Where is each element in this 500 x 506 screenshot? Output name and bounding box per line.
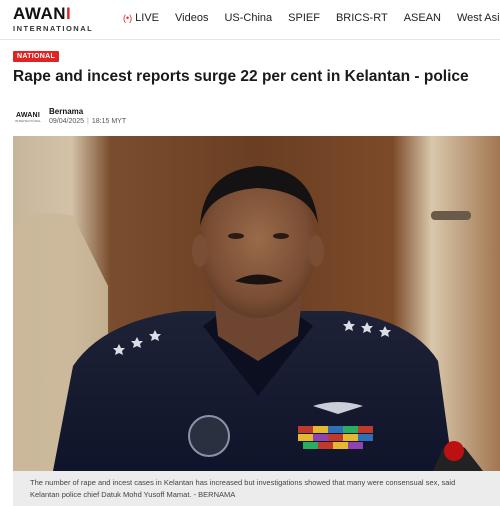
nav-item-videos[interactable]: Videos [175,12,208,24]
photo-caption: The number of rape and incest cases in K… [13,471,500,506]
byline: AWANI INTERNATIONAL Bernama 09/04/2025 | 1… [13,105,126,129]
nav-item-asean[interactable]: ASEAN [404,12,441,24]
byline-text: Bernama 09/04/2025 | 18:15 MYT [49,107,126,127]
nav-item-live[interactable]: (•) LIVE [123,12,159,24]
meta-separator: | [87,118,89,125]
logo-sub-text: INTERNATIONAL [13,24,94,33]
main-nav: (•) LIVE Videos US-China SPIEF BRICS-RT … [123,12,500,24]
author-name[interactable]: Bernama [49,107,126,117]
author-logo-bottom: INTERNATIONAL [14,118,42,123]
logo-main-text: AWANI [13,4,72,23]
site-logo[interactable]: AWANI INTERNATIONAL [13,4,95,33]
photo-illustration [13,136,500,471]
nav-item-spief[interactable]: SPIEF [288,12,320,24]
logo-accent-letter: I [66,4,72,23]
nav-item-brics-rt[interactable]: BRICS-RT [336,12,388,24]
category-badge[interactable]: NATIONAL [13,51,60,62]
nav-item-west-asia[interactable]: West Asia [457,12,500,24]
publish-meta: 09/04/2025 | 18:15 MYT [49,117,126,127]
publish-date: 09/04/2025 [49,118,85,125]
author-logo-top: AWANI [16,111,40,119]
article-photo [13,136,500,471]
live-broadcast-icon: (•) [123,13,133,23]
article-title: Rape and incest reports surge 22 per cen… [13,68,469,85]
nav-item-us-china[interactable]: US-China [224,12,272,24]
publish-time: 18:15 MYT [91,118,127,125]
author-logo: AWANI INTERNATIONAL [13,110,43,124]
site-header: AWANI INTERNATIONAL (•) LIVE Videos US-C… [0,0,500,40]
nav-item-label: LIVE [135,12,160,24]
